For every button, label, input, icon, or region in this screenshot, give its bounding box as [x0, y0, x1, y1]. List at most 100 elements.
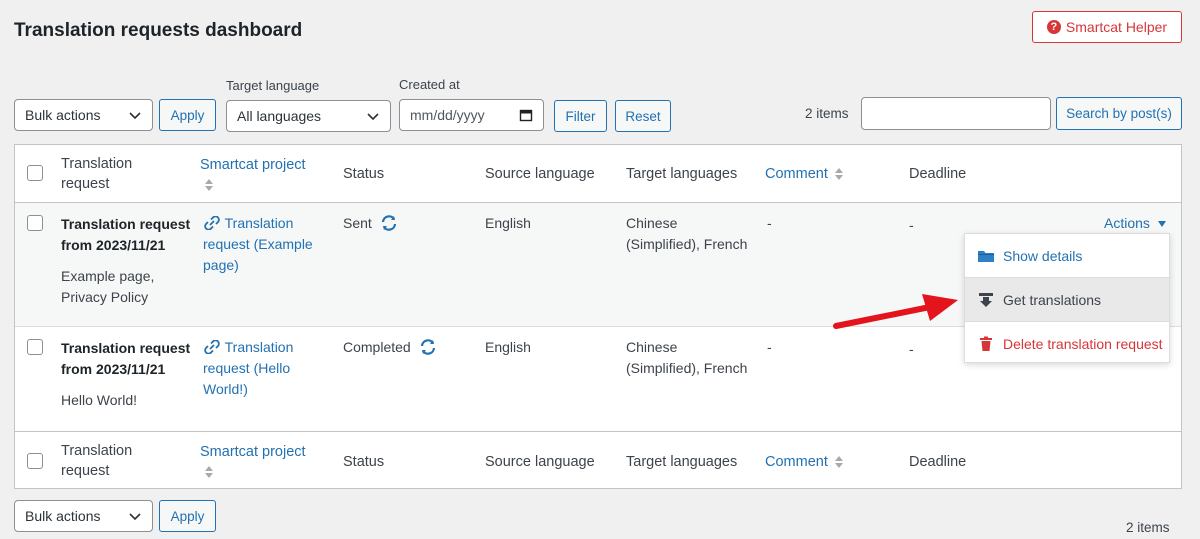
bulk-actions-bottom-value: Bulk actions [25, 508, 101, 524]
actions-label: Actions [1104, 215, 1150, 231]
source-language: English [485, 339, 531, 355]
trash-icon [980, 336, 992, 351]
status-cell: Sent [343, 213, 398, 234]
targets-line1: Chinese [626, 215, 678, 231]
header-deadline: Deadline [909, 166, 967, 182]
sort-icon [834, 456, 843, 469]
page-title: Translation requests dashboard [14, 20, 303, 41]
request-title[interactable]: Translation request from 2023/11/21 [61, 214, 190, 256]
request-title-line2: from 2023/11/21 [61, 237, 166, 253]
header-target-languages: Target languages [626, 166, 738, 182]
header-smartcat-project[interactable]: Smartcat project [200, 155, 306, 195]
footer-comment-label: Comment [765, 454, 828, 470]
sort-icon [205, 179, 213, 192]
delete-request-label: Delete translation request [1003, 335, 1163, 352]
header-translation-request: Translation request [61, 154, 132, 194]
posts-line1: Hello World! [61, 392, 137, 408]
header-source-language: Source language [485, 166, 595, 182]
posts-line1: Example page, [61, 268, 155, 284]
caret-down-icon [1157, 221, 1166, 227]
footer-target-languages: Target languages [626, 454, 738, 470]
status-text: Sent [343, 215, 372, 231]
smartcat-project-link[interactable]: Translation request (Hello World!) [203, 337, 293, 400]
smartcat-project-link[interactable]: Translation request (Example page) [203, 213, 313, 276]
targets-line2: (Simplified), French [626, 360, 748, 376]
target-languages: Chinese (Simplified), French [626, 337, 747, 379]
row-checkbox[interactable] [27, 215, 43, 231]
request-title-line1: Translation request [61, 340, 191, 356]
arrow-annotation [833, 294, 958, 329]
chevron-down-icon [129, 112, 141, 120]
smartcat-helper-button[interactable]: ? Smartcat Helper [1032, 11, 1182, 43]
apply-button[interactable]: Apply [159, 99, 216, 131]
target-languages: Chinese (Simplified), French [626, 213, 747, 255]
table-footer-row: Translation request Smartcat project Sta… [15, 431, 1181, 489]
select-all-checkbox[interactable] [27, 165, 43, 181]
footer-request-line2: request [61, 463, 110, 479]
comment-value: - [767, 339, 772, 355]
footer-status: Status [343, 454, 385, 470]
actions-dropdown-menu: Show details Get translations Delete tra… [964, 233, 1170, 363]
menu-item-delete-request[interactable]: Delete translation request [965, 322, 1169, 365]
items-count-bottom: 2 items [1126, 520, 1170, 535]
calendar-icon[interactable] [519, 108, 533, 122]
menu-item-get-translations[interactable]: Get translations [965, 278, 1169, 321]
request-title-line1: Translation request [61, 216, 191, 232]
filter-button[interactable]: Filter [554, 100, 607, 132]
targets-line2: (Simplified), French [626, 236, 748, 252]
comment-value: - [767, 215, 772, 231]
items-count: 2 items [805, 106, 849, 121]
chevron-down-icon [129, 513, 141, 521]
select-all-checkbox[interactable] [27, 453, 43, 469]
bulk-actions-select[interactable]: Bulk actions [14, 99, 153, 131]
header-comment-label: Comment [765, 166, 828, 182]
footer-request-line1: Translation [61, 443, 133, 459]
target-language-value: All languages [237, 108, 322, 124]
download-icon [979, 292, 993, 307]
footer-project-label: Smartcat project [200, 444, 306, 460]
created-at-label: Created at [399, 77, 460, 92]
get-translations-label: Get translations [1003, 291, 1102, 308]
table-header-row: Translation request Smartcat project Sta… [15, 145, 1181, 203]
status-cell: Completed [343, 337, 437, 358]
posts-line2: Privacy Policy [61, 289, 149, 305]
project-line3: page) [203, 257, 239, 273]
request-posts: Example page, Privacy Policy [61, 266, 154, 308]
project-line3: World!) [203, 381, 248, 397]
targets-line1: Chinese [626, 339, 678, 355]
footer-translation-request: Translation request [61, 441, 132, 481]
source-language: English [485, 215, 531, 231]
search-by-posts-button[interactable]: Search by post(s) [1056, 97, 1182, 130]
header-comment[interactable]: Comment [765, 164, 844, 184]
created-at-date-input[interactable]: mm/dd/yyyy [399, 99, 544, 131]
header-request-line2: request [61, 176, 110, 192]
sync-icon[interactable] [380, 215, 398, 231]
request-posts: Hello World! [61, 390, 137, 411]
apply-button-bottom[interactable]: Apply [159, 500, 216, 532]
project-line1: Translation [224, 339, 294, 355]
header-status: Status [343, 166, 385, 182]
target-language-label: Target language [226, 78, 320, 93]
deadline-value: - [909, 217, 914, 233]
actions-toggle[interactable]: Actions [1104, 213, 1167, 234]
sync-icon[interactable] [419, 339, 437, 355]
footer-deadline: Deadline [909, 454, 967, 470]
footer-smartcat-project[interactable]: Smartcat project [200, 442, 306, 482]
project-line2: request (Example [203, 236, 313, 252]
request-title-line2: from 2023/11/21 [61, 361, 166, 377]
row-checkbox[interactable] [27, 339, 43, 355]
project-line1: Translation [224, 215, 294, 231]
target-language-select[interactable]: All languages [226, 100, 391, 132]
menu-item-show-details[interactable]: Show details [965, 234, 1169, 277]
footer-source-language: Source language [485, 454, 595, 470]
footer-comment[interactable]: Comment [765, 452, 844, 472]
bulk-actions-select-bottom[interactable]: Bulk actions [14, 500, 153, 532]
link-icon [204, 215, 220, 231]
header-project-label: Smartcat project [200, 157, 306, 173]
folder-icon [978, 250, 994, 262]
header-request-line1: Translation [61, 156, 133, 172]
request-title[interactable]: Translation request from 2023/11/21 [61, 338, 190, 380]
bulk-actions-value: Bulk actions [25, 107, 101, 123]
search-input[interactable] [861, 97, 1051, 130]
reset-button[interactable]: Reset [615, 100, 671, 132]
